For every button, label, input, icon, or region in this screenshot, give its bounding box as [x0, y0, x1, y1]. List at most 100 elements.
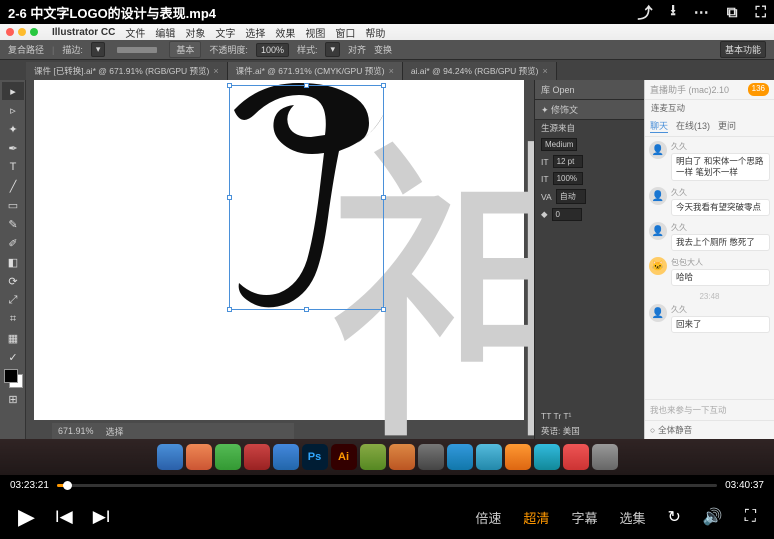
- canvas-area[interactable]: 神 671.91% 选择: [26, 80, 534, 439]
- mute-all[interactable]: ○全体静音: [645, 420, 774, 439]
- quality-button[interactable]: 超清: [523, 508, 549, 527]
- selection-tool[interactable]: ▸: [2, 82, 24, 100]
- direct-select-tool[interactable]: ▹: [2, 101, 24, 119]
- episodes-button[interactable]: 选集: [619, 508, 645, 527]
- loop-icon[interactable]: ↻: [667, 507, 680, 527]
- transform-link[interactable]: 变换: [374, 43, 392, 56]
- workspace-switch[interactable]: 基本功能: [720, 41, 766, 58]
- progress-bar[interactable]: [57, 484, 717, 487]
- align-link[interactable]: 对齐: [348, 43, 366, 56]
- share-icon[interactable]: ⤴: [637, 2, 652, 23]
- close-icon[interactable]: ×: [389, 66, 394, 76]
- dock-app[interactable]: [447, 444, 473, 470]
- dock-app[interactable]: [215, 444, 241, 470]
- scale-tool[interactable]: ⤢: [2, 291, 24, 309]
- dock-app[interactable]: [505, 444, 531, 470]
- font-weight[interactable]: Medium: [541, 138, 577, 151]
- avatar[interactable]: 👤: [649, 304, 667, 322]
- tracking[interactable]: 0: [552, 208, 582, 221]
- dock-ai[interactable]: Ai: [331, 444, 357, 470]
- dock-app[interactable]: [273, 444, 299, 470]
- stroke-profile[interactable]: 基本: [169, 41, 201, 58]
- artboard[interactable]: 神: [34, 80, 524, 420]
- chat-tab-chat[interactable]: 聊天: [650, 119, 668, 133]
- wand-tool[interactable]: ✦: [2, 120, 24, 138]
- min-dot[interactable]: [18, 28, 26, 36]
- close-icon[interactable]: ×: [213, 66, 218, 76]
- avatar[interactable]: 👤: [649, 222, 667, 240]
- fill-stroke-swatch[interactable]: [4, 369, 24, 387]
- rotate-tool[interactable]: ⟳: [2, 272, 24, 290]
- dock-app[interactable]: [244, 444, 270, 470]
- dock-ps[interactable]: Ps: [302, 444, 328, 470]
- dock-app[interactable]: [476, 444, 502, 470]
- line-tool[interactable]: ╱: [2, 177, 24, 195]
- menu-edit[interactable]: 编辑: [155, 25, 175, 40]
- lang-select[interactable]: 英语: 美国: [541, 425, 580, 437]
- play-button[interactable]: ▶: [18, 504, 35, 530]
- fullscreen-icon[interactable]: ⛶: [745, 508, 756, 526]
- menu-window[interactable]: 窗口: [335, 25, 355, 40]
- panel-libraries[interactable]: 库 Open: [535, 80, 644, 100]
- dock-app[interactable]: [389, 444, 415, 470]
- type-tool[interactable]: T: [2, 158, 24, 176]
- dock-app[interactable]: [592, 444, 618, 470]
- tab-1[interactable]: 课件.ai* @ 671.91% (CMYK/GPU 预览)×: [228, 62, 403, 80]
- chat-input[interactable]: 我也来参与一下互动: [645, 399, 774, 420]
- expand-icon[interactable]: ⛶: [755, 4, 766, 21]
- menu-help[interactable]: 帮助: [365, 25, 385, 40]
- kerning[interactable]: 自动: [556, 189, 586, 204]
- dock-app[interactable]: [157, 444, 183, 470]
- gradient-tool[interactable]: ▦: [2, 329, 24, 347]
- more-icon[interactable]: ⋯: [694, 3, 709, 21]
- stroke-field[interactable]: ▾: [91, 42, 106, 57]
- dock-app[interactable]: [563, 444, 589, 470]
- close-dot[interactable]: [6, 28, 14, 36]
- font-search[interactable]: 生源来自: [541, 122, 575, 134]
- chat-tab-online[interactable]: 在线(13): [676, 119, 710, 133]
- close-icon[interactable]: ×: [543, 66, 548, 76]
- dock-app[interactable]: [186, 444, 212, 470]
- download-icon[interactable]: ⭳: [671, 0, 676, 25]
- volume-icon[interactable]: 🔊: [703, 507, 723, 527]
- font-size[interactable]: 12 pt: [553, 155, 583, 168]
- selection-bbox[interactable]: [229, 85, 384, 310]
- avatar[interactable]: 👤: [649, 141, 667, 159]
- leading[interactable]: 100%: [553, 172, 583, 185]
- dock-app[interactable]: [360, 444, 386, 470]
- width-tool[interactable]: ⌗: [2, 310, 24, 328]
- dock-app[interactable]: [418, 444, 444, 470]
- style-field[interactable]: ▾: [325, 42, 340, 57]
- opacity-field[interactable]: 100%: [256, 43, 289, 57]
- dock-app[interactable]: [534, 444, 560, 470]
- pip-icon[interactable]: ⧉: [727, 4, 738, 21]
- panel-char[interactable]: ✦ 修饰文: [535, 100, 644, 120]
- screen-mode[interactable]: ⊞: [2, 390, 24, 408]
- menu-object[interactable]: 对象: [185, 25, 205, 40]
- zoom-level[interactable]: 671.91%: [58, 426, 94, 436]
- progress-thumb[interactable]: [63, 481, 72, 490]
- chat-body[interactable]: 👤久久明白了 和宋体一个思路一样 笔划不一样 👤久久今天我看有望突破零点 👤久久…: [645, 137, 774, 399]
- brush-tool[interactable]: ✎: [2, 215, 24, 233]
- tab-2[interactable]: ai.ai* @ 94.24% (RGB/GPU 预览)×: [403, 62, 557, 80]
- menu-effect[interactable]: 效果: [275, 25, 295, 40]
- subtitle-button[interactable]: 字幕: [571, 508, 597, 527]
- eraser-tool[interactable]: ◧: [2, 253, 24, 271]
- menu-select[interactable]: 选择: [245, 25, 265, 40]
- avatar[interactable]: 👤: [649, 187, 667, 205]
- avatar[interactable]: 🐱: [649, 257, 667, 275]
- next-button[interactable]: ▶I: [93, 507, 111, 527]
- chat-tab-qa[interactable]: 更问: [718, 119, 736, 133]
- max-dot[interactable]: [30, 28, 38, 36]
- menu-view[interactable]: 视图: [305, 25, 325, 40]
- pencil-tool[interactable]: ✐: [2, 234, 24, 252]
- rect-tool[interactable]: ▭: [2, 196, 24, 214]
- menu-file[interactable]: 文件: [125, 25, 145, 40]
- eyedropper-tool[interactable]: ✓: [2, 348, 24, 366]
- stroke-weight-bar[interactable]: [117, 47, 157, 53]
- pen-tool[interactable]: ✒: [2, 139, 24, 157]
- prev-button[interactable]: I◀: [55, 507, 73, 527]
- tab-0[interactable]: 课件 [已转换].ai* @ 671.91% (RGB/GPU 预览)×: [26, 62, 228, 80]
- speed-button[interactable]: 倍速: [475, 508, 501, 527]
- menu-type[interactable]: 文字: [215, 25, 235, 40]
